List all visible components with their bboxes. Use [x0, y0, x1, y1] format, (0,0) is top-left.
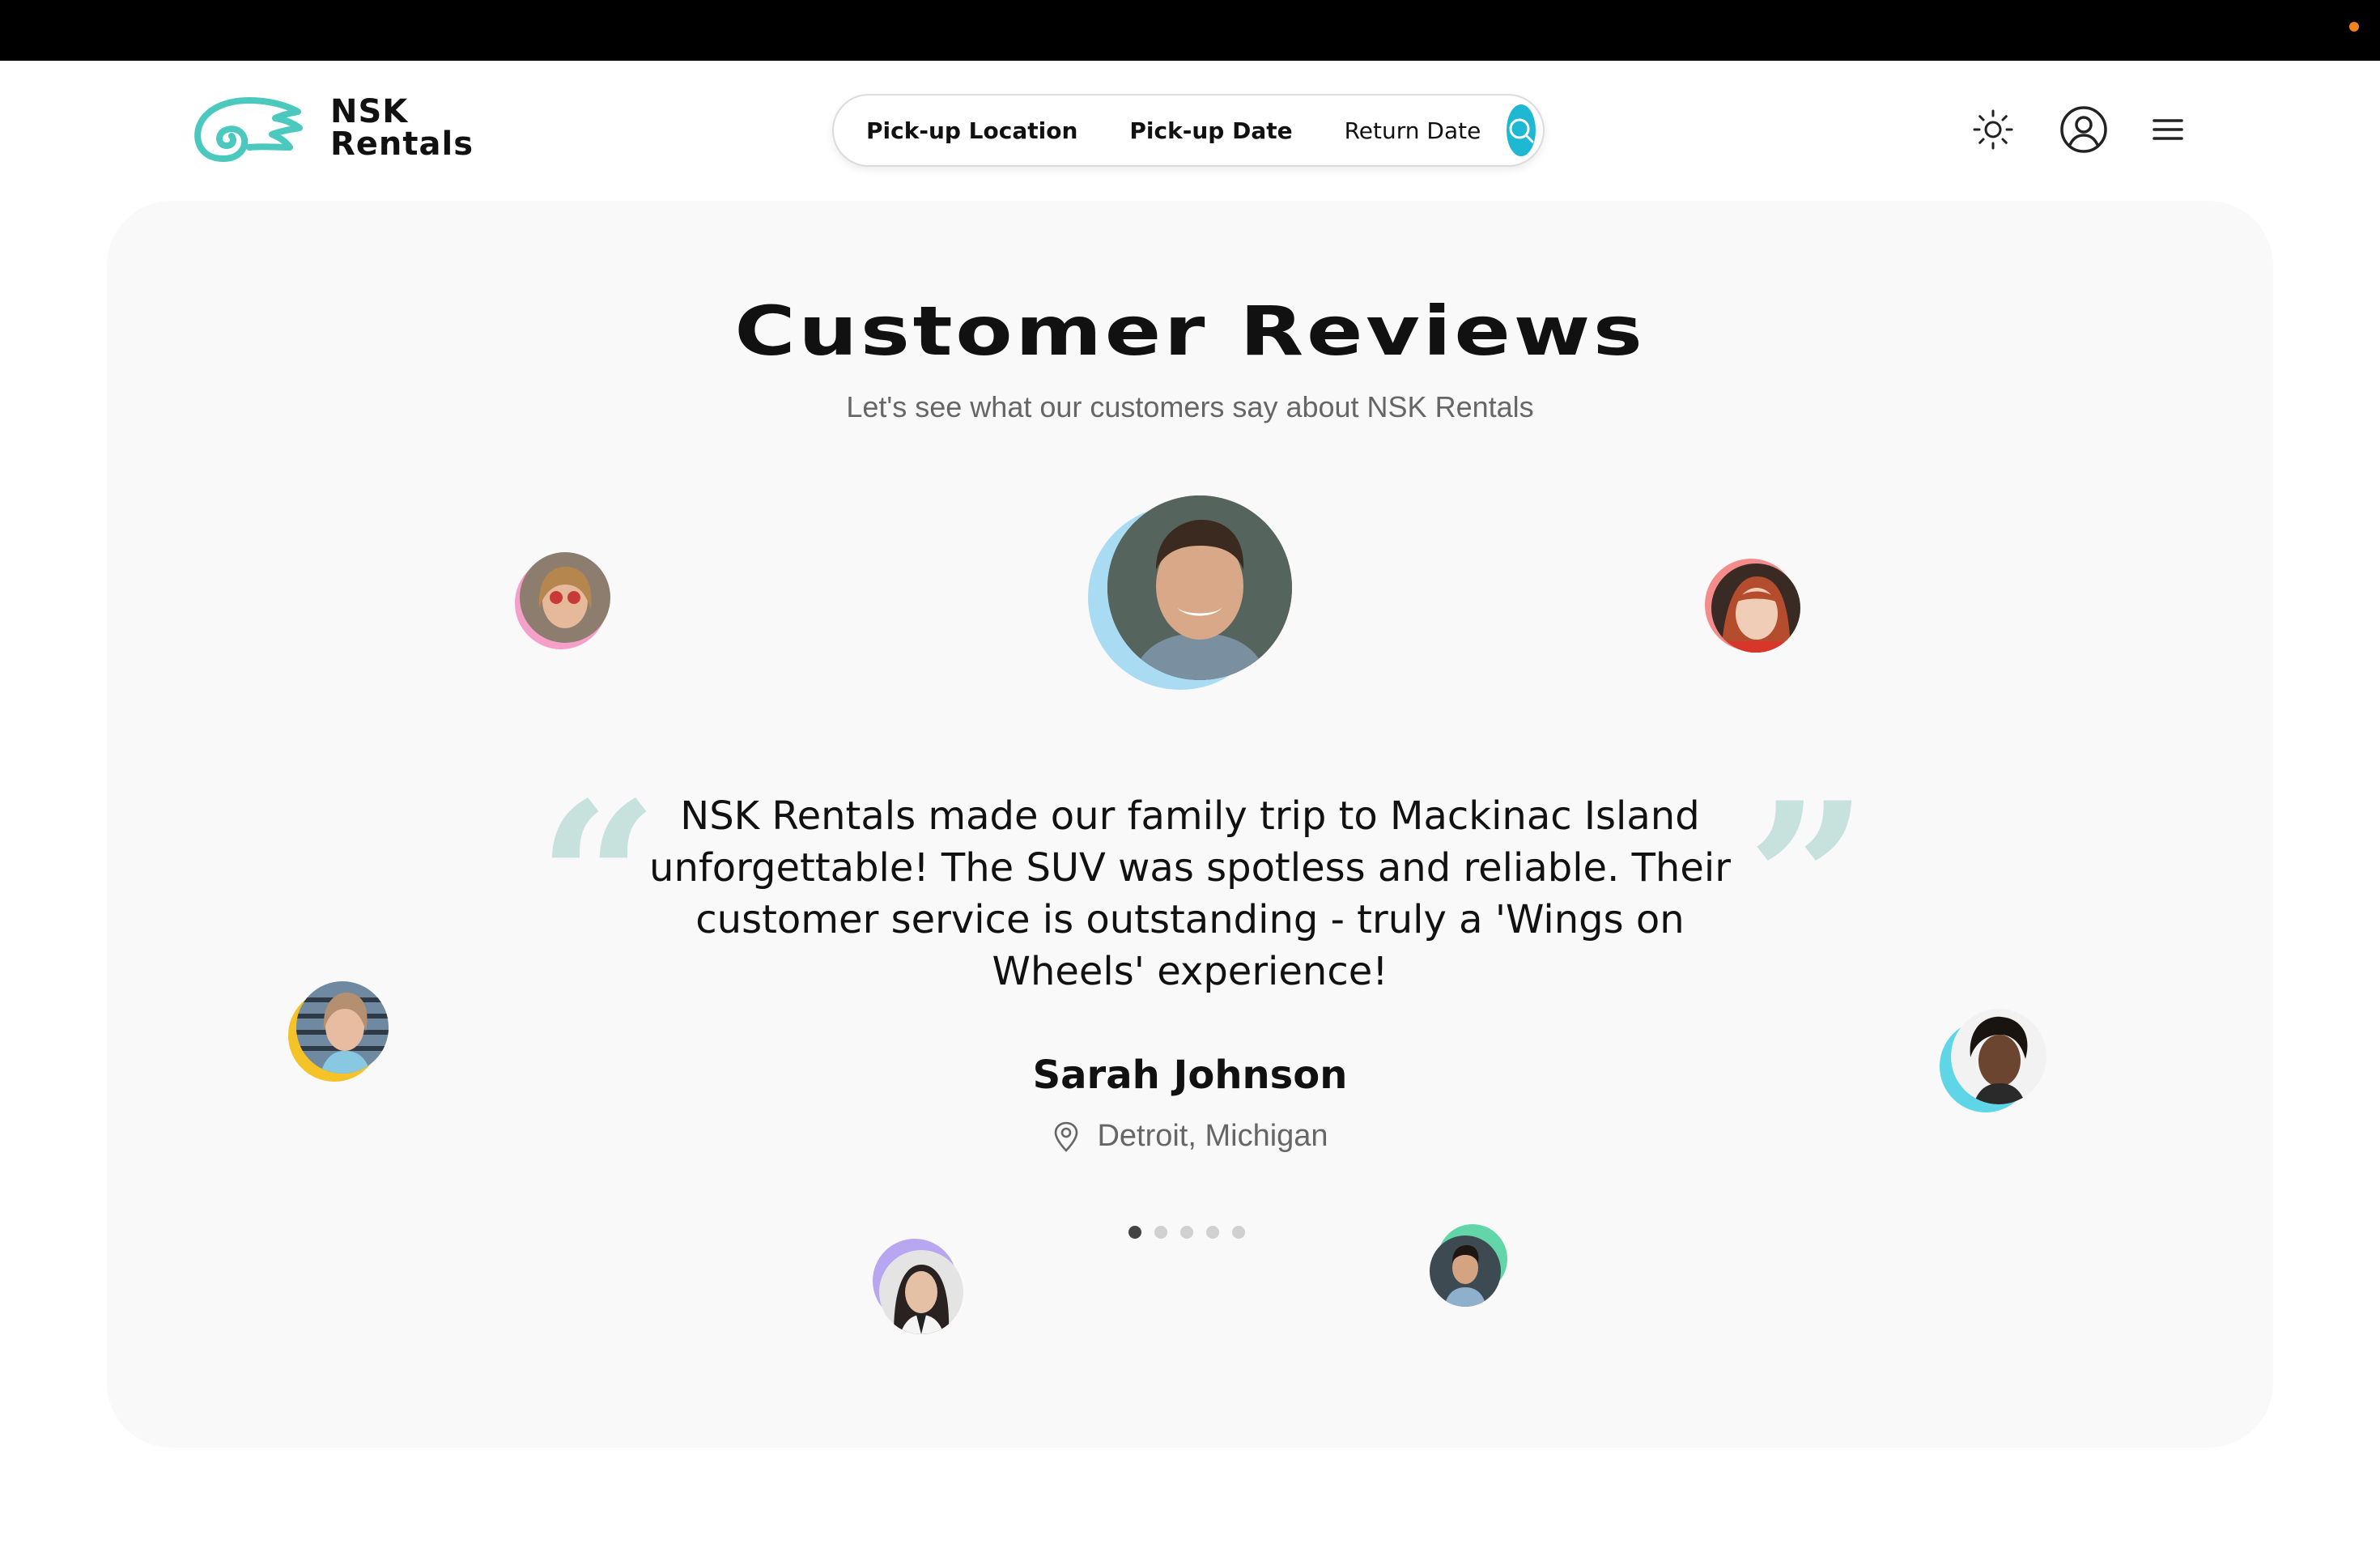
- search-button[interactable]: [1507, 104, 1536, 156]
- status-dot: [2349, 22, 2359, 32]
- person-portrait-icon: [879, 1250, 963, 1334]
- pagination-dot-4[interactable]: [1206, 1226, 1219, 1239]
- brand-logo[interactable]: NSK Rentals: [191, 91, 474, 165]
- person-portrait-icon: [520, 552, 610, 643]
- pagination-dot-1[interactable]: [1128, 1226, 1141, 1239]
- pagination-dots: [1128, 1226, 1258, 1239]
- sun-icon: [1973, 109, 2013, 150]
- menu-button[interactable]: [2144, 105, 2192, 154]
- wing-icon: [194, 97, 303, 162]
- avatar-photo: [1430, 1235, 1501, 1307]
- avatar-photo: [1711, 563, 1800, 653]
- person-portrait-icon: [1711, 563, 1800, 653]
- reviewer-avatar[interactable]: [515, 552, 612, 649]
- menu-icon: [2153, 119, 2183, 140]
- avatar-photo: [1107, 495, 1292, 680]
- reviewer-location: Detroit, Michigan: [0, 1119, 2380, 1154]
- location-text: Detroit, Michigan: [1097, 1119, 1328, 1153]
- pickup-location-field[interactable]: Pick-up Location: [834, 117, 1103, 144]
- brand-name-line2: Rentals: [330, 125, 474, 163]
- section-title: Customer Reviews: [734, 291, 1646, 371]
- theme-toggle-button[interactable]: [1969, 105, 2017, 154]
- account-button[interactable]: [2059, 105, 2108, 154]
- pickup-date-field[interactable]: Pick-up Date: [1103, 117, 1318, 144]
- reviewer-avatar[interactable]: [873, 1239, 963, 1336]
- search-bar: Pick-up Location Pick-up Date Return Dat…: [832, 94, 1545, 167]
- review-text: NSK Rentals made our family trip to Mack…: [649, 793, 1731, 994]
- close-quote-icon: ”: [1747, 757, 1868, 1004]
- reviewer-avatar[interactable]: [1705, 559, 1802, 656]
- user-circle-icon: [2060, 106, 2107, 153]
- pagination-dot-3[interactable]: [1180, 1226, 1193, 1239]
- person-portrait-icon: [1430, 1235, 1501, 1307]
- pagination-dot-2[interactable]: [1154, 1226, 1167, 1239]
- avatar-photo: [520, 552, 610, 643]
- search-icon: [1509, 118, 1534, 143]
- avatar-photo: [879, 1250, 963, 1334]
- featured-reviewer-avatar: [1088, 495, 1292, 690]
- map-pin-icon: [1055, 1121, 1078, 1152]
- window-top-bar: [0, 0, 2380, 61]
- reviewer-name: Sarah Johnson: [1032, 1053, 1348, 1098]
- person-portrait-icon: [1107, 495, 1292, 680]
- reviewer-avatar[interactable]: [1430, 1224, 1507, 1308]
- section-subtitle: Let's see what our customers say about N…: [846, 390, 1534, 423]
- pagination-dot-5[interactable]: [1232, 1226, 1245, 1239]
- return-date-field[interactable]: Return Date: [1319, 117, 1507, 144]
- brand-name-line1: NSK: [330, 93, 409, 130]
